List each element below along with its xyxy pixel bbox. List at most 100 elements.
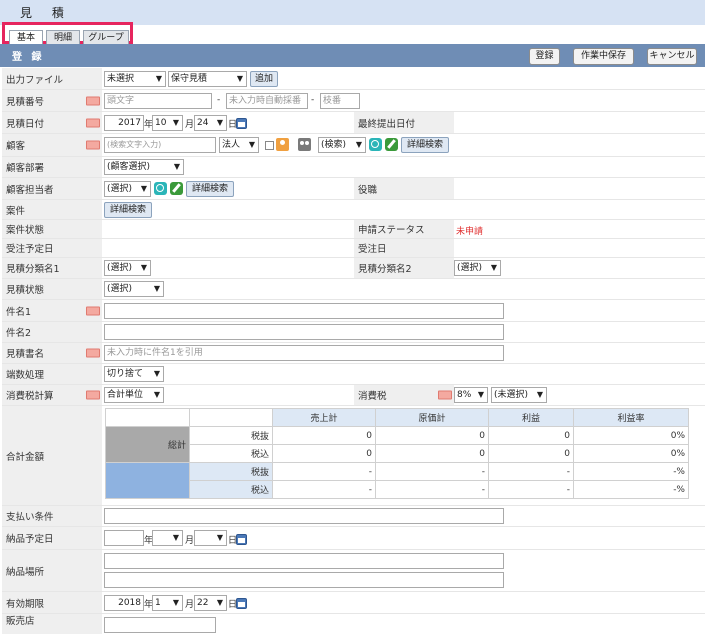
row-doc-name: 見積書名 未入力時に件名1を引用 <box>2 343 705 364</box>
window-title: 見 積 <box>20 6 72 20</box>
rounding-label: 端数処理 <box>6 370 45 381</box>
tax-label: 消費税 <box>358 391 387 402</box>
header-profit: 利益 <box>488 408 574 427</box>
rounding-select[interactable]: 切り捨て ▼ <box>104 366 164 382</box>
valid-month-select[interactable]: 1 ▼ <box>152 595 183 611</box>
save-draft-button[interactable]: 作業中保存 <box>573 48 634 65</box>
tab-group: 基本 明細 グループ <box>2 22 133 45</box>
doc-name-label: 見積書名 <box>6 349 45 360</box>
total-label: 合計金額 <box>6 451 45 463</box>
output-file-select[interactable]: 未選択 ▼ <box>104 71 166 87</box>
last-submit-date-label: 最終提出日付 <box>358 118 416 130</box>
customer-detail-search-button[interactable]: 詳細検索 <box>401 137 449 153</box>
customer-dept-select[interactable]: (顧客選択) ▼ <box>104 159 184 175</box>
chevron-down-icon: ▼ <box>155 74 162 83</box>
doc-name-input[interactable]: 未入力時に件名1を引用 <box>104 345 504 361</box>
template-select[interactable]: 保守見積 ▼ <box>168 71 247 87</box>
required-icon <box>438 390 452 400</box>
row-order-plan: 受注予定日 受注日 <box>2 239 705 258</box>
order-date-label: 受注日 <box>358 244 387 255</box>
quote-number-label: 見積番号 <box>6 96 45 108</box>
calendar-icon[interactable] <box>236 598 247 609</box>
row-customer-dept: 顧客部署 (顧客選択) ▼ <box>2 157 705 178</box>
case-detail-search-button[interactable]: 詳細検索 <box>104 202 152 218</box>
row-customer-rep: 顧客担当者 (選択) ▼ 詳細検索 役職 <box>2 178 705 200</box>
valid-year-input[interactable]: 2018 <box>104 595 144 611</box>
section-bar: 登 録 登録 作業中保存 キャンセル <box>0 44 705 67</box>
quote-month-select[interactable]: 10 ▼ <box>152 115 183 131</box>
quote-day-select[interactable]: 24 ▼ <box>194 115 227 131</box>
subject2-input[interactable] <box>104 324 504 340</box>
delivery-year-input[interactable] <box>104 530 144 546</box>
approval-status-value: 未申請 <box>456 227 484 237</box>
payment-label: 支払い条件 <box>6 512 54 523</box>
row-class: 見積分類名1 (選択) ▼ 見積分類名2 (選択) ▼ <box>2 258 705 279</box>
search-icon[interactable] <box>154 182 167 195</box>
calendar-icon[interactable] <box>236 118 247 129</box>
valid-day-select[interactable]: 22 ▼ <box>194 595 227 611</box>
person-icon[interactable] <box>276 138 289 151</box>
customer-search-select[interactable]: (検索) ▼ <box>318 137 366 153</box>
required-icon <box>86 96 100 105</box>
dash-separator: - <box>311 95 315 105</box>
customer-checkbox[interactable] <box>265 141 274 150</box>
row-case-status: 案件状態 申請ステータス 未申請 <box>2 220 705 239</box>
tab-details[interactable]: 明細 <box>46 30 80 45</box>
delivery-month-select[interactable]: ▼ <box>152 530 183 546</box>
case-label: 案件 <box>6 205 26 217</box>
edit-icon[interactable] <box>385 138 398 151</box>
customer-rep-select[interactable]: (選択) ▼ <box>104 181 151 197</box>
chevron-down-icon: ▼ <box>153 284 160 293</box>
subject1-input[interactable] <box>104 303 504 319</box>
delivery-place-input-1[interactable] <box>104 553 504 569</box>
class1-select[interactable]: (選択) ▼ <box>104 260 151 276</box>
required-icon <box>86 348 100 358</box>
customer-dept-label: 顧客部署 <box>6 163 45 174</box>
customer-search-input[interactable]: (検索文字入力) <box>104 137 216 153</box>
tab-group-item[interactable]: グループ <box>83 30 129 45</box>
tab-basic[interactable]: 基本 <box>9 30 43 45</box>
row-output-file: 出力ファイル 未選択 ▼ 保守見積 ▼ 追加 <box>2 68 705 90</box>
tax-calc-select[interactable]: 合計単位 ▼ <box>104 387 164 403</box>
row-payment: 支払い条件 <box>2 506 705 527</box>
case-status-label: 案件状態 <box>6 225 45 236</box>
customer-type-select[interactable]: 法人 ▼ <box>219 137 259 153</box>
tax-rate-select[interactable]: 8% ▼ <box>454 387 488 403</box>
quote-prefix-input[interactable]: 頭文字 <box>104 93 212 109</box>
chevron-down-icon: ▼ <box>172 118 179 127</box>
edit-icon[interactable] <box>170 182 183 195</box>
customer-label: 顧客 <box>6 141 26 152</box>
cancel-button[interactable]: キャンセル <box>647 48 697 65</box>
branch-number-input[interactable]: 枝番 <box>320 93 360 109</box>
quote-year-input[interactable]: 2017 <box>104 115 144 131</box>
add-button[interactable]: 追加 <box>250 71 278 87</box>
delivery-day-select[interactable]: ▼ <box>194 530 227 546</box>
header-sales: 売上計 <box>272 408 376 427</box>
sales-store-input[interactable] <box>104 617 216 633</box>
chevron-down-icon: ▼ <box>536 390 543 399</box>
class2-select[interactable]: (選択) ▼ <box>454 260 501 276</box>
chevron-down-icon: ▼ <box>490 263 497 272</box>
summary-table: 売上計 原価計 利益 利益率 総計 税抜 0 0 0 0% 税込 0 0 0 0… <box>105 408 689 499</box>
chevron-down-icon: ▼ <box>477 390 484 399</box>
search-icon[interactable] <box>369 138 382 151</box>
payment-input[interactable] <box>104 508 504 524</box>
row-quote-number: 見積番号 頭文字 - 未入力時自動採番 - 枝番 <box>2 90 705 112</box>
tax-type-select[interactable]: (未選択) ▼ <box>491 387 547 403</box>
quote-number-input[interactable]: 未入力時自動採番 <box>226 93 308 109</box>
row-delivery-date: 納品予定日 年 ▼ 月 ▼ 日 <box>2 527 705 550</box>
group-icon[interactable] <box>298 138 311 151</box>
chevron-down-icon: ▼ <box>172 598 179 607</box>
row-subject2: 件名2 <box>2 322 705 343</box>
chevron-down-icon: ▼ <box>216 598 223 607</box>
section-label: 登 録 <box>12 52 45 63</box>
customer-rep-detail-search-button[interactable]: 詳細検索 <box>186 181 234 197</box>
table-row: 税込 0 0 0 0% <box>106 444 689 463</box>
order-plan-date-label: 受注予定日 <box>6 244 54 255</box>
register-button[interactable]: 登録 <box>529 48 560 65</box>
calendar-icon[interactable] <box>236 534 247 545</box>
chevron-down-icon: ▼ <box>355 140 362 149</box>
chevron-down-icon: ▼ <box>236 74 243 83</box>
status-select[interactable]: (選択) ▼ <box>104 281 164 297</box>
delivery-place-input-2[interactable] <box>104 572 504 588</box>
